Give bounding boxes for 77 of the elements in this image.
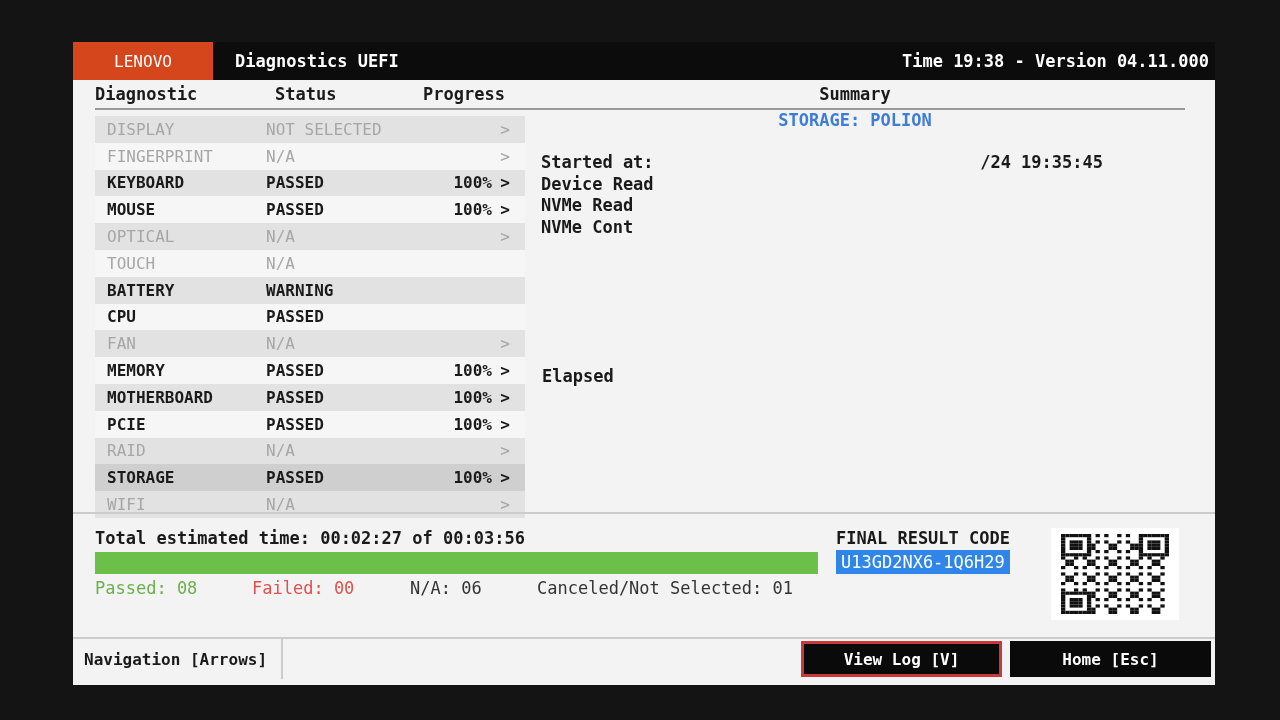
summary-label: Device Read: [541, 173, 654, 195]
chevron-icon: >: [500, 200, 510, 220]
chevron-icon: >: [500, 495, 510, 515]
result-count: Passed: 08: [95, 578, 199, 598]
footer-button[interactable]: Home [Esc]: [1010, 641, 1211, 677]
column-header: Diagnostic: [95, 84, 199, 104]
status-text: PASSED: [266, 414, 325, 434]
diagnostic-name: WIFI: [107, 495, 147, 515]
progress-percent: 100%: [453, 387, 492, 407]
summary-title: Summary: [819, 84, 891, 104]
chevron-icon: >: [500, 387, 510, 407]
footer-button[interactable]: View Log [V]: [801, 641, 1002, 677]
estimated-time-text: Total estimated time: 00:02:27 of 00:03:56: [95, 528, 526, 550]
chevron-icon: >: [500, 173, 510, 193]
diagnostic-name: RAID: [107, 441, 147, 461]
summary-label: NVMe Read: [541, 195, 634, 217]
result-code: U13GD2NX6-1Q6H29: [836, 550, 1010, 574]
summary-value: /24 19:35:45: [980, 152, 1103, 174]
status-text: PASSED: [266, 173, 325, 193]
diagnostic-name: TOUCH: [107, 253, 157, 273]
status-text: N/A: [266, 253, 296, 273]
final-result-label: FINAL RESULT CODE: [836, 528, 1010, 548]
status-text: PASSED: [266, 200, 325, 220]
summary-label: Elapsed: [542, 366, 614, 386]
chevron-icon: >: [500, 468, 510, 488]
diagnostic-name: FAN: [107, 334, 137, 354]
diagnostic-row[interactable]: STORAGE PASSED 100% >: [95, 464, 525, 492]
diagnostic-name: KEYBOARD: [107, 173, 186, 193]
diagnostic-name: MOUSE: [107, 200, 157, 220]
chevron-icon: >: [500, 119, 510, 139]
summary-label: Started at:: [541, 152, 654, 174]
summary-label: NVMe Cont: [541, 216, 634, 238]
status-text: N/A: [266, 495, 296, 515]
progress-percent: 100%: [453, 414, 492, 434]
diagnostic-name: BATTERY: [107, 280, 176, 300]
column-header: Progress: [423, 84, 505, 104]
status-text: N/A: [266, 146, 296, 166]
qr-code-icon: [1051, 528, 1179, 620]
status-text: N/A: [266, 441, 296, 461]
status-text: PASSED: [266, 307, 325, 327]
progress-percent: 100%: [453, 173, 492, 193]
status-text: PASSED: [266, 468, 325, 488]
chevron-icon: >: [500, 227, 510, 247]
diagnostic-row[interactable]: MOTHERBOARD PASSED 100% >: [95, 383, 525, 411]
result-count: N/A: 06: [410, 578, 483, 598]
diagnostic-row[interactable]: BATTERY WARNING: [95, 276, 525, 304]
brand-label: LENOVO: [73, 42, 213, 80]
chevron-icon: >: [500, 334, 510, 354]
status-text: WARNING: [266, 280, 335, 300]
result-count: Failed: 00: [252, 578, 356, 598]
status-text: PASSED: [266, 387, 325, 407]
diagnostic-name: PCIE: [107, 414, 147, 434]
chevron-icon: >: [500, 146, 510, 166]
diagnostic-row[interactable]: KEYBOARD PASSED 100% >: [95, 169, 525, 197]
navigation-hint: Navigation [Arrows]: [73, 639, 284, 679]
diagnostic-name: MEMORY: [107, 361, 166, 381]
progress-percent: 100%: [453, 468, 492, 488]
column-header: Status: [275, 84, 338, 104]
diagnostic-name: FINGERPRINT: [107, 146, 214, 166]
chevron-icon: >: [500, 414, 510, 434]
progress-percent: 100%: [453, 200, 492, 220]
time-version-text: Time 19:38 - Version 04.11.000: [901, 51, 1209, 71]
diagnostic-name: STORAGE: [107, 468, 176, 488]
app-title: Diagnostics UEFI: [235, 51, 399, 71]
chevron-icon: >: [500, 361, 510, 381]
progress-percent: 100%: [453, 361, 492, 381]
result-count: Canceled/Not Selected: 01: [537, 578, 793, 598]
diagnostic-name: MOTHERBOARD: [107, 387, 214, 407]
diagnostic-name: OPTICAL: [107, 227, 176, 247]
status-text: N/A: [266, 334, 296, 354]
device-name: STORAGE: POLION: [778, 110, 932, 130]
diagnostic-name: CPU: [107, 307, 137, 327]
diagnostic-name: DISPLAY: [107, 119, 176, 139]
status-text: PASSED: [266, 361, 325, 381]
status-text: NOT SELECTED: [266, 119, 383, 139]
status-text: N/A: [266, 227, 296, 247]
chevron-icon: >: [500, 441, 510, 461]
